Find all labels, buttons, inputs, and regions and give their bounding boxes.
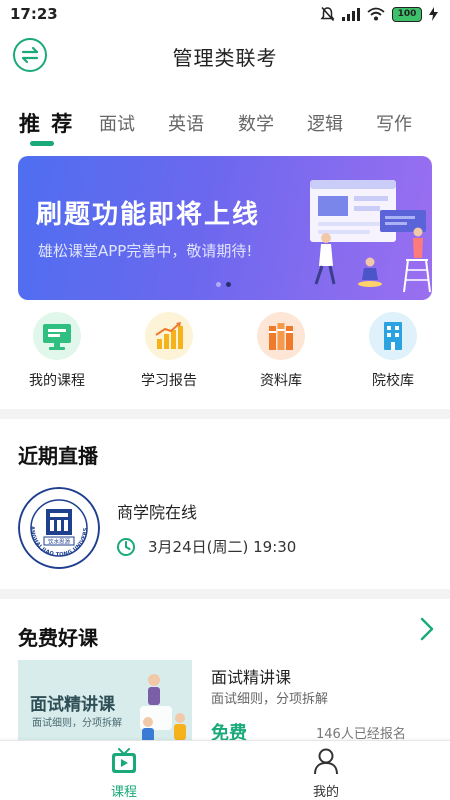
logo-motto: 饮水思源: [48, 538, 71, 546]
person-icon: [314, 748, 338, 775]
status-time: 17:23: [10, 5, 58, 23]
books-icon: [257, 312, 305, 360]
building-icon: [369, 312, 417, 360]
quick-link-label: 学习报告: [141, 373, 197, 389]
course-description: 面试细则，分项拆解: [211, 692, 329, 707]
tab-logic[interactable]: 逻辑: [307, 110, 343, 136]
charging-icon: [429, 7, 438, 21]
banner-illustration: [310, 180, 431, 293]
free-section-title: 免费好课: [18, 626, 98, 650]
banner-subtitle: 雄松课堂APP完善中，敬请期待!: [38, 242, 253, 260]
thumb-illustration: [140, 674, 186, 742]
chevron-right-icon[interactable]: [416, 616, 438, 642]
clock-icon: [117, 537, 135, 556]
thumb-subtitle: 面试细则，分项拆解: [32, 718, 122, 729]
live-time: 3月24日(周二) 19:30: [148, 538, 297, 556]
quick-link-label: 资料库: [260, 373, 302, 389]
bottom-nav: 课程 我的: [0, 740, 450, 800]
banner-title: 刷题功能即将上线: [36, 200, 261, 230]
mute-icon: [320, 6, 335, 22]
quick-link-label: 我的课程: [29, 373, 85, 389]
section-divider: [0, 589, 450, 599]
course-name: 面试精讲课: [211, 668, 292, 687]
promo-banner[interactable]: 刷题功能即将上线 雄松课堂APP完善中，敬请期待!: [18, 156, 432, 300]
app-header: 管理类联考: [0, 32, 450, 80]
switch-exam-button[interactable]: [13, 38, 47, 72]
page-title: 管理类联考: [172, 45, 278, 70]
category-tabs: 推 荐 面试 英语 数学 逻辑 写作: [0, 106, 450, 150]
active-tab-indicator: [30, 141, 54, 146]
section-divider: [0, 409, 450, 419]
university-logo: SHANGHAI JIAO TONG UNIVERSITY 饮水思源: [18, 487, 100, 569]
tab-writing[interactable]: 写作: [376, 110, 412, 136]
bar-chart-icon: [145, 312, 193, 360]
tab-interview[interactable]: 面试: [99, 110, 135, 136]
quick-link-universities[interactable]: 院校库: [345, 312, 441, 392]
signal-icon: [342, 8, 360, 21]
swap-arrows-icon: [21, 46, 39, 64]
tab-math[interactable]: 数学: [238, 110, 274, 136]
quick-link-study-report[interactable]: 学习报告: [121, 312, 217, 392]
course-thumbnail: 面试精讲课 面试细则，分项拆解: [18, 660, 192, 744]
nav-me[interactable]: 我的: [281, 745, 371, 800]
quick-link-materials[interactable]: 资料库: [233, 312, 329, 392]
tab-english[interactable]: 英语: [168, 110, 204, 136]
live-time-row: 3月24日(周二) 19:30: [116, 536, 296, 557]
thumb-title: 面试精讲课: [30, 695, 115, 715]
monitor-icon: [33, 312, 81, 360]
banner-dot[interactable]: [216, 282, 221, 287]
status-icons: 100: [320, 6, 438, 22]
live-course-name: 商学院在线: [117, 503, 198, 522]
nav-label: 课程: [110, 785, 137, 800]
banner-pagination: [216, 282, 231, 287]
nav-label: 我的: [312, 785, 339, 800]
wifi-icon: [367, 7, 385, 21]
quick-link-my-courses[interactable]: 我的课程: [9, 312, 105, 392]
tv-play-icon: [112, 748, 136, 773]
live-section-title: 近期直播: [18, 444, 98, 468]
status-bar: 17:23 100: [0, 0, 450, 28]
tab-recommend[interactable]: 推 荐: [19, 108, 74, 138]
nav-courses[interactable]: 课程: [79, 745, 169, 800]
banner-dot-active[interactable]: [226, 282, 231, 287]
battery-indicator: 100: [392, 6, 422, 22]
quick-link-label: 院校库: [372, 373, 414, 389]
